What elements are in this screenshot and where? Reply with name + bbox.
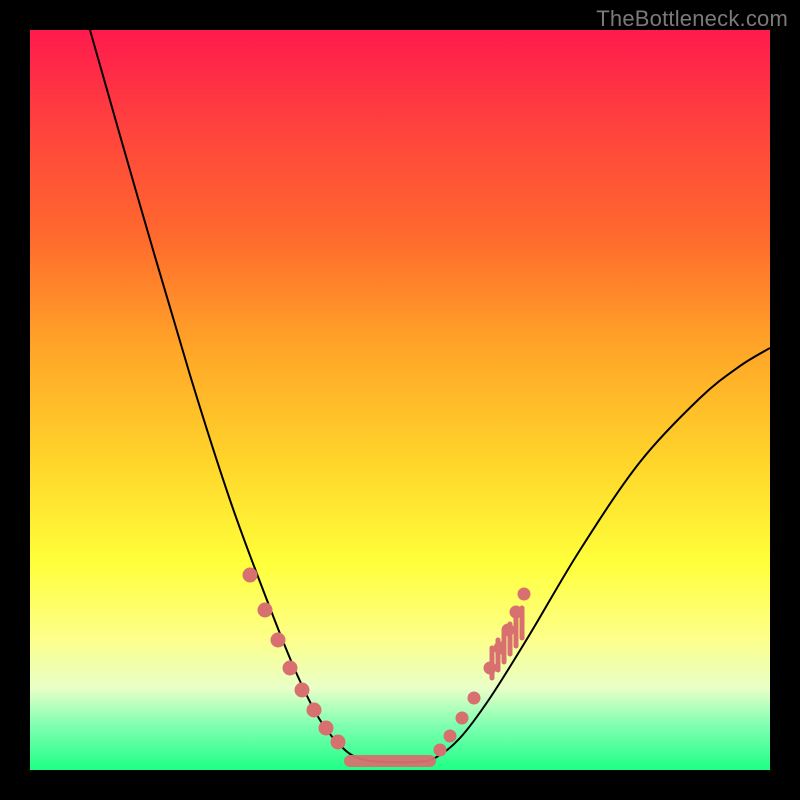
chart-stage: TheBottleneck.com: [0, 0, 800, 800]
sample-dot: [518, 588, 530, 600]
sample-dot: [456, 712, 468, 724]
sample-dot: [319, 721, 333, 735]
sample-dots-left: [243, 568, 345, 749]
sample-dot: [331, 735, 345, 749]
sample-dot: [295, 683, 309, 697]
sample-dot: [271, 633, 285, 647]
sample-dot: [444, 730, 456, 742]
watermark-text: TheBottleneck.com: [596, 6, 788, 32]
sample-dot: [468, 692, 480, 704]
sample-dot: [243, 568, 257, 582]
sample-dot: [258, 603, 272, 617]
bottleneck-curve: [90, 30, 770, 762]
sample-dot: [307, 703, 321, 717]
sample-dot: [434, 744, 446, 756]
sample-dot: [283, 661, 297, 675]
hash-ticks-right: [492, 608, 522, 678]
heat-gradient-plot: [30, 30, 770, 770]
curve-layer: [30, 30, 770, 770]
sample-dots-right: [434, 588, 530, 756]
